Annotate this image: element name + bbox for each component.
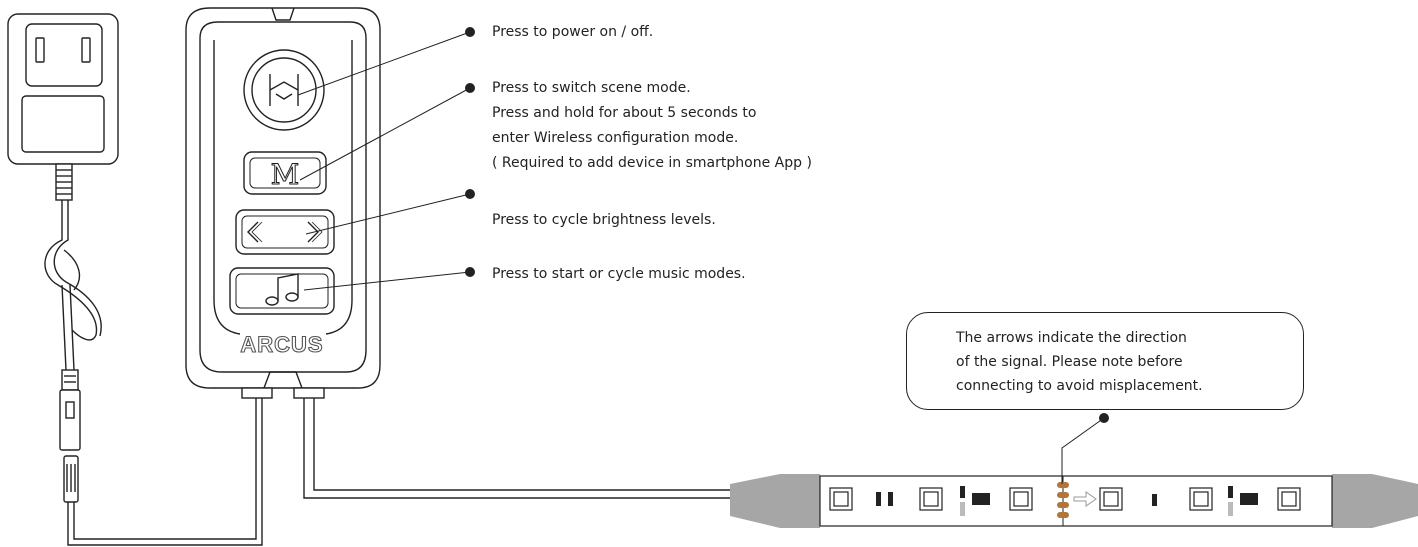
led-strip xyxy=(730,474,1418,528)
callout-scene-line: ( Required to add device in smartphone A… xyxy=(492,155,812,171)
brightness-buttons[interactable] xyxy=(235,209,335,255)
mode-button-letter: M xyxy=(271,158,300,191)
callout-brightness: Press to cycle brightness levels. xyxy=(492,212,716,228)
note-leader xyxy=(1061,413,1109,484)
signal-note-text: The arrows indicate the direction of the… xyxy=(956,326,1203,398)
signal-note-line: of the signal. Please note before xyxy=(956,354,1183,370)
music-button[interactable] xyxy=(229,267,335,315)
callout-music: Press to start or cycle music modes. xyxy=(492,266,746,282)
output-cable xyxy=(303,398,730,499)
signal-note-line: connecting to avoid misplacement. xyxy=(956,378,1203,394)
callout-power: Press to power on / off. xyxy=(492,24,654,40)
callout-scene-line: Press to switch scene mode. xyxy=(492,80,691,96)
callout-scene-line: enter Wireless configuration mode. xyxy=(492,130,739,146)
callout-scene: Press to switch scene mode. Press and ho… xyxy=(492,76,812,176)
brand-label: ARCUS xyxy=(240,332,323,357)
callout-scene-line: Press and hold for about 5 seconds to xyxy=(492,105,757,121)
signal-note-line: The arrows indicate the direction xyxy=(956,330,1187,346)
